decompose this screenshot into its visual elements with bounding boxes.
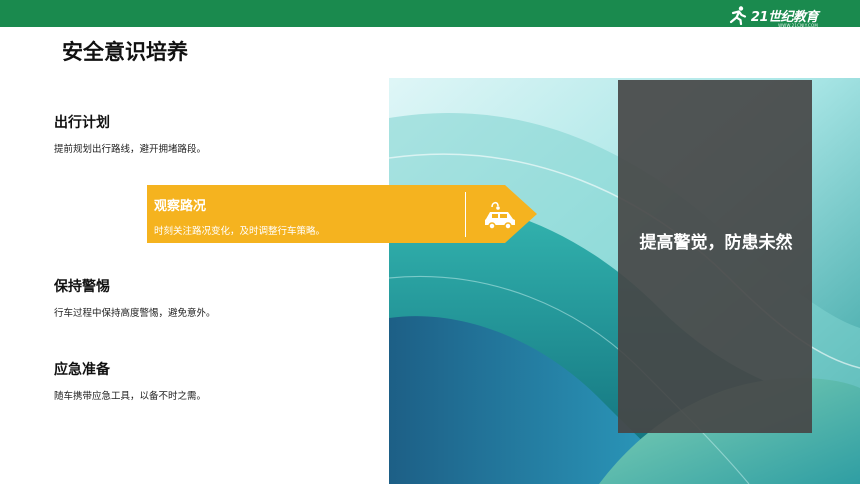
- item-desc-road: 时刻关注路况变化，及时调整行车策略。: [154, 226, 326, 237]
- item-title-alert: 保持警惕: [54, 279, 110, 295]
- panel-slogan: 提高警觉，防患未然: [639, 233, 793, 253]
- brand-url: WWW.21CNJY.COM: [778, 23, 818, 28]
- top-bar: 21世纪教育 WWW.21CNJY.COM: [0, 0, 860, 28]
- item-title-emergency: 应急准备: [54, 362, 110, 378]
- callout-divider: [465, 192, 466, 237]
- runner-icon: [729, 6, 747, 25]
- item-desc-alert: 行车过程中保持高度警惕，避免意外。: [54, 308, 216, 319]
- dark-panel: [618, 80, 812, 433]
- item-desc-plan: 提前规划出行路线，避开拥堵路段。: [54, 144, 207, 155]
- item-title-plan: 出行计划: [54, 115, 110, 131]
- car-icon: [485, 201, 515, 230]
- page-title: 安全意识培养: [62, 40, 188, 64]
- item-desc-emergency: 随车携带应急工具，以备不时之需。: [54, 391, 207, 402]
- item-title-road: 观察路况: [154, 199, 207, 214]
- brand-logo: 21世纪教育 WWW.21CNJY.COM: [728, 3, 819, 28]
